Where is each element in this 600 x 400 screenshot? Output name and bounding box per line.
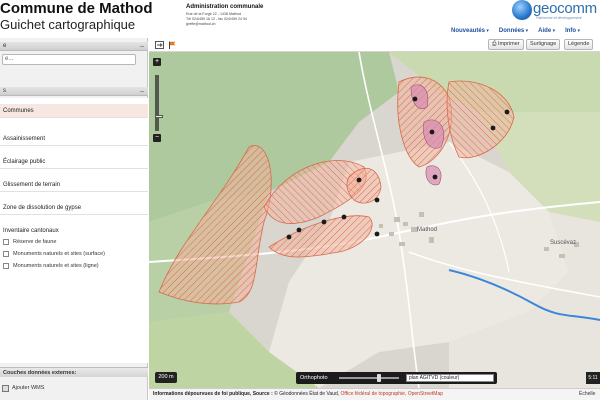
add-wms-button[interactable]: Ajouter WMS <box>2 383 44 393</box>
expand-icon[interactable] <box>155 41 164 49</box>
commune-title: Commune de Mathod <box>0 0 153 17</box>
map-right-control[interactable]: 5:11 <box>586 372 600 384</box>
layer-communes[interactable]: Communes <box>0 104 148 118</box>
inventory-item[interactable]: Réserve de faune <box>3 238 56 246</box>
inventory-item[interactable]: Monuments naturels et sites (ligne) <box>3 262 99 270</box>
print-label: Imprimer <box>497 41 520 47</box>
logo-wordmark: geocomm <box>533 0 597 17</box>
background-label: Orthophoto <box>300 375 328 381</box>
scale-label: Échelle <box>579 391 596 397</box>
zoom-slider[interactable] <box>155 75 163 131</box>
map-footer: Informations dépourvues de foi publique,… <box>149 388 600 400</box>
disclaimer-text: Informations dépourvues de foi publique,… <box>153 391 275 397</box>
checkbox[interactable] <box>3 251 9 257</box>
search-panel-title: e <box>3 43 7 49</box>
place-label-mathod: Mathod <box>417 227 438 233</box>
zoom-in-button[interactable]: + <box>153 58 161 66</box>
flag-icon[interactable] <box>168 41 177 49</box>
search-panel-header[interactable]: e – <box>0 42 148 51</box>
commune-subtitle: Guichet cartographique <box>0 17 136 32</box>
admin-title: Administration communale <box>186 4 264 10</box>
left-panel: e – e... s – Communes Assainissement Écl… <box>0 38 148 400</box>
nav-nouveautes[interactable]: Nouveautés <box>451 28 489 36</box>
zoom-out-button[interactable]: − <box>153 134 161 142</box>
zoom-control: + − <box>153 58 163 142</box>
search-input[interactable]: e... <box>2 54 136 65</box>
source-geodonnees[interactable]: © Géodonnées État de Vaud, <box>274 391 339 397</box>
map-view[interactable]: + − Mathod Suscévaz 200 m Orthophoto pla… <box>149 52 600 388</box>
opacity-slider[interactable] <box>339 374 399 382</box>
nav-info[interactable]: Info <box>565 28 580 36</box>
layer-assainissement[interactable]: Assainissement <box>0 132 148 146</box>
scale-button[interactable]: 200 m <box>155 372 177 383</box>
admin-contact: Administration communale Rue de la Forge… <box>186 4 336 27</box>
top-nav: Nouveautés Données Aide Info <box>451 28 580 36</box>
highlight-button[interactable]: Surlignage <box>526 39 561 50</box>
logo-tagline: Patrimoine et développement <box>536 16 582 20</box>
inventory-item-label: Monuments naturels et sites (surface) <box>13 251 106 257</box>
background-switcher: Orthophoto plan AGITVD (couleur) <box>296 372 497 384</box>
map-toolbar: ⎙ Imprimer Surlignage Légende <box>149 38 600 52</box>
layer-gypse[interactable]: Zone de dissolution de gypse <box>0 201 148 215</box>
legend-button[interactable]: Légende <box>564 39 594 50</box>
background-select[interactable]: plan AGITVD (couleur) <box>406 374 494 382</box>
layers-panel-title: s <box>3 88 6 94</box>
place-label-suscevaz: Suscévaz <box>550 240 577 246</box>
checkbox[interactable] <box>3 239 9 245</box>
nav-aide[interactable]: Aide <box>538 28 555 36</box>
zoom-handle[interactable] <box>155 115 163 118</box>
add-wms-label: Ajouter WMS <box>12 385 45 391</box>
globe-icon <box>512 0 532 20</box>
source-osm[interactable]: OpenStreetMap <box>408 391 443 397</box>
layer-tree: Communes Assainissement Éclairage public… <box>0 98 148 363</box>
checkbox[interactable] <box>3 263 9 269</box>
nav-donnees[interactable]: Données <box>499 28 528 36</box>
print-button[interactable]: ⎙ Imprimer <box>488 39 524 50</box>
map-canvas[interactable] <box>149 52 600 388</box>
source-swisstopo[interactable]: Office fédéral de topographie, <box>341 391 407 397</box>
layer-glissement-terrain[interactable]: Glissement de terrain <box>0 178 148 192</box>
inventory-item-label: Réserve de faune <box>13 239 57 245</box>
page-header: Commune de Mathod Guichet cartographique… <box>0 0 600 38</box>
layer-eclairage-public[interactable]: Éclairage public <box>0 155 148 169</box>
wms-icon <box>2 384 9 392</box>
admin-email[interactable]: greffe@mathod.ch <box>186 22 336 27</box>
inventory-item[interactable]: Monuments naturels et sites (surface) <box>3 250 105 258</box>
inventory-item-label: Monuments naturels et sites (ligne) <box>13 263 99 269</box>
inventory-title: Inventaire cantonaux <box>3 228 59 234</box>
opacity-handle[interactable] <box>377 374 381 382</box>
layers-panel-header[interactable]: s – <box>0 87 148 96</box>
collapse-icon[interactable]: – <box>140 42 144 51</box>
collapse-icon[interactable]: – <box>140 87 144 96</box>
external-data-header[interactable]: Couches données externes: <box>0 367 148 377</box>
geocommunes-logo[interactable]: geocomm Patrimoine et développement <box>512 0 600 22</box>
